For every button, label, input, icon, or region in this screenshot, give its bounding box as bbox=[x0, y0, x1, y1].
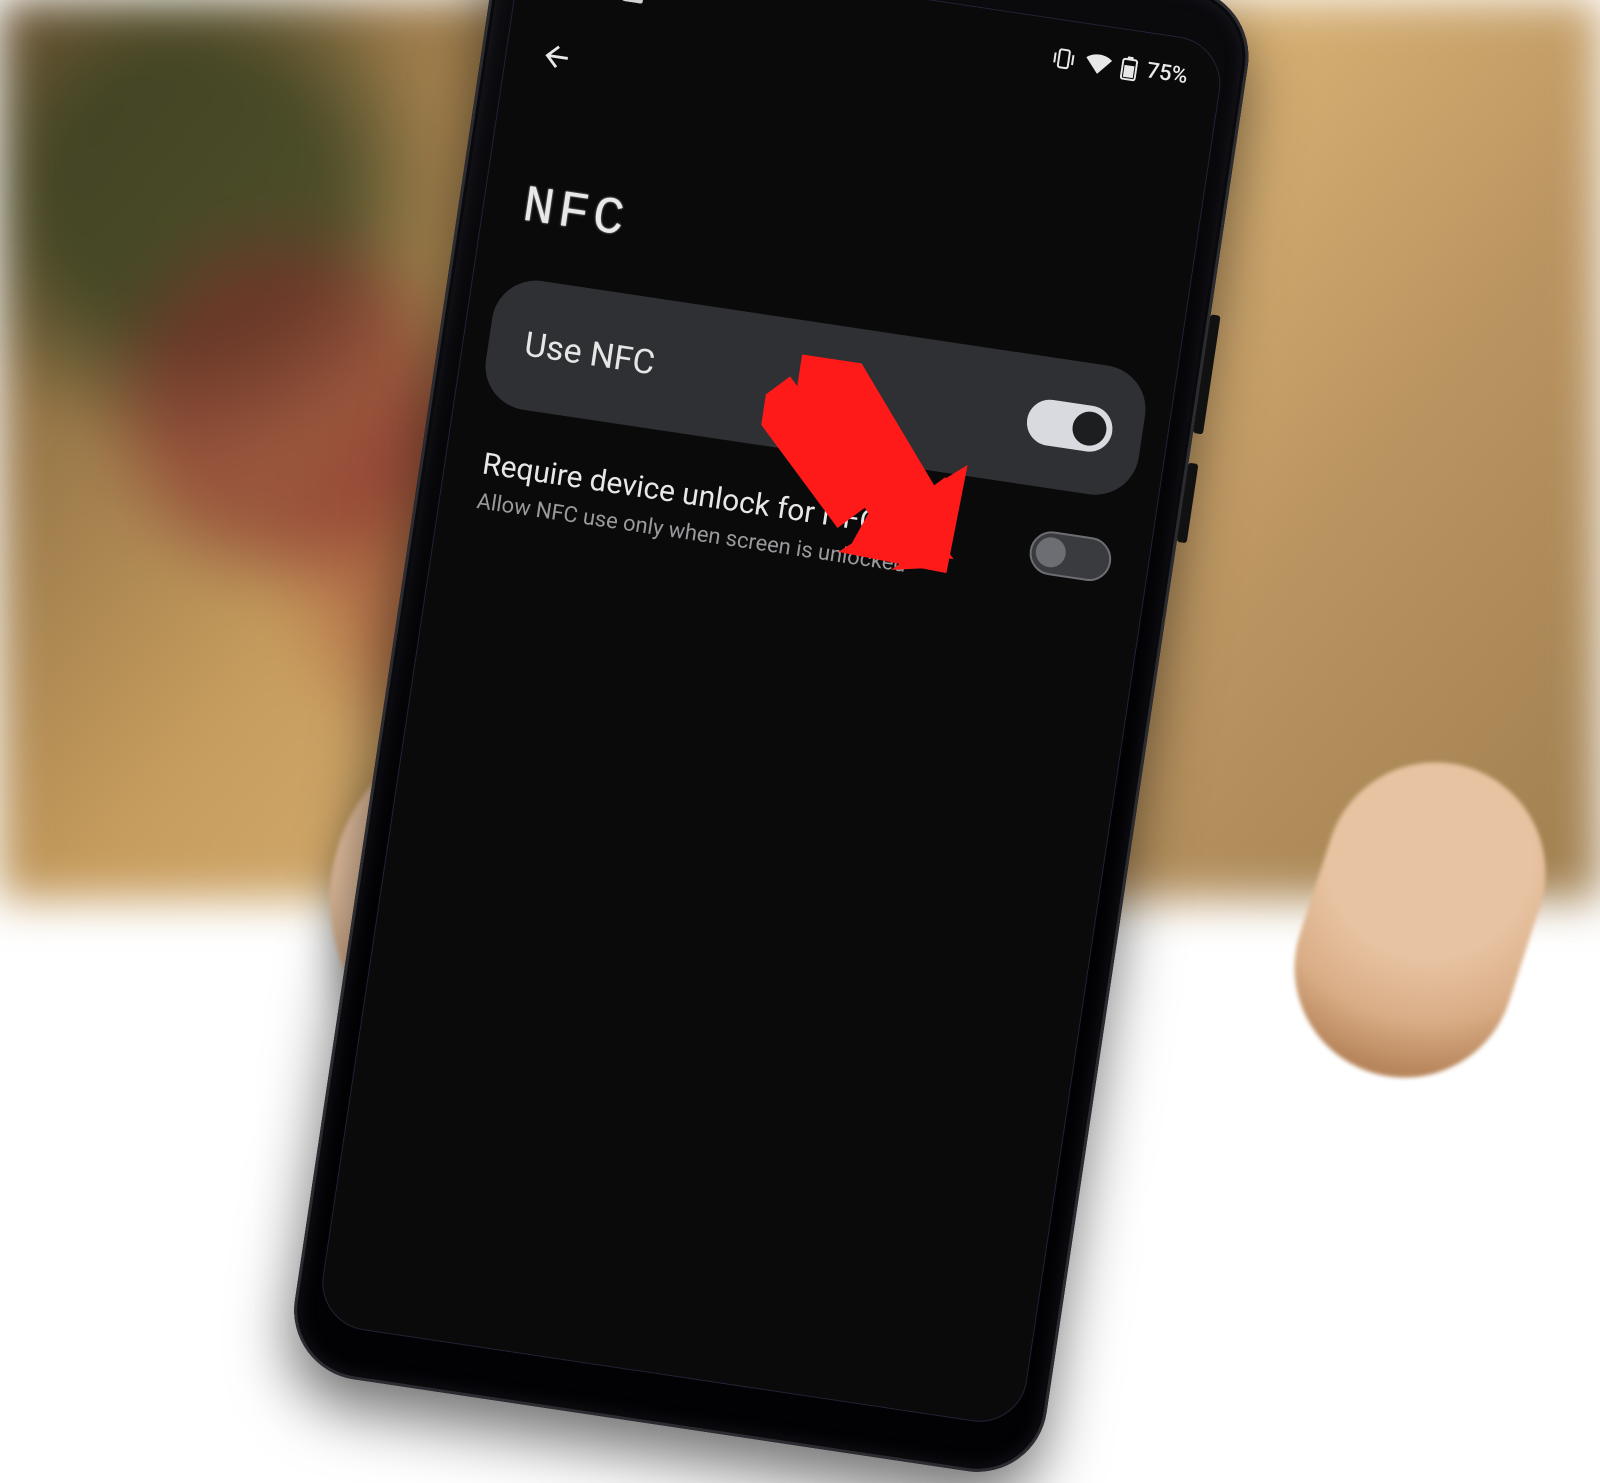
phone-side-button bbox=[1193, 314, 1221, 434]
wifi-icon bbox=[1084, 52, 1113, 76]
toggle-knob bbox=[1070, 409, 1109, 448]
phone-frame: 16:39 bbox=[285, 0, 1258, 1481]
use-nfc-toggle[interactable] bbox=[1024, 397, 1116, 455]
toggle-knob bbox=[1034, 535, 1068, 569]
require-unlock-toggle[interactable] bbox=[1027, 528, 1115, 584]
hand-finger-right bbox=[1266, 734, 1574, 1106]
cloud-icon bbox=[619, 0, 645, 3]
stage: 16:39 bbox=[0, 0, 1600, 900]
battery-icon bbox=[1119, 55, 1138, 81]
phone-body: 16:39 bbox=[285, 0, 1258, 1481]
use-nfc-label: Use NFC bbox=[522, 324, 658, 383]
phone-side-button bbox=[1177, 463, 1199, 544]
vibrate-icon bbox=[1050, 46, 1077, 71]
phone-screen: 16:39 bbox=[316, 0, 1227, 1428]
